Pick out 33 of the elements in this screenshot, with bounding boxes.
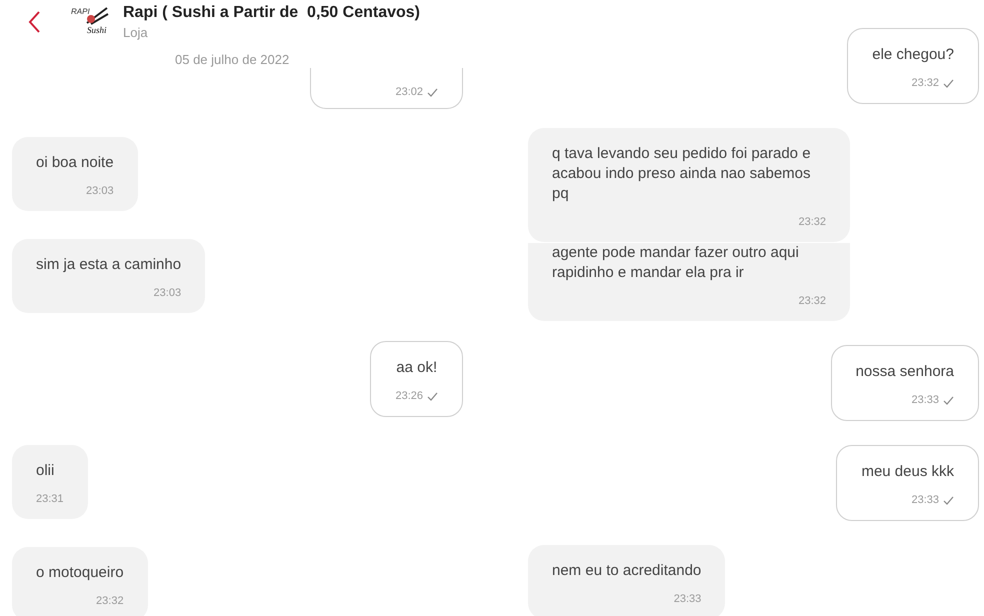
message-time: 23:32 (798, 295, 826, 307)
chat-title: Rapi ( Sushi a Partir de 0,50 Centavos) (123, 4, 420, 22)
check-icon (427, 88, 438, 96)
message-time: 23:26 (395, 390, 423, 402)
check-icon (943, 396, 954, 404)
back-icon[interactable] (27, 10, 41, 34)
message-text: olii (36, 461, 56, 481)
message-text: agente pode mandar fazer outro aqui rapidinho e mandar ela pra ir (552, 243, 800, 283)
message-text: oi boa noite (36, 153, 114, 173)
message-time: 23:32 (798, 216, 826, 228)
chat-subtitle: Loja (123, 25, 149, 40)
message-text: nossa senhora (856, 362, 954, 382)
check-icon (427, 392, 438, 400)
message-time: 23:32 (96, 595, 124, 607)
message-time: 23:33 (674, 593, 702, 605)
message-text: o motoqueiro (36, 563, 124, 583)
message-time: 23:31 (36, 493, 64, 505)
message-text: meu deus kkk (861, 462, 954, 482)
message-time: 23:02 (395, 86, 423, 98)
message-time: 23:33 (911, 394, 939, 406)
message-time: 23:03 (154, 287, 182, 299)
check-icon (943, 496, 954, 504)
message-text: ele chegou? (872, 45, 954, 65)
message-text: q tava levando seu pedido foi parado e acabou indo preso ainda nao sabemos pq (552, 144, 812, 204)
message-text: nem eu to acreditando (552, 561, 702, 581)
check-icon (943, 78, 954, 88)
message-text: sim ja esta a caminho (36, 255, 182, 275)
logo: RAPI Sushi (71, 6, 110, 37)
message-text: aa ok! (395, 358, 438, 378)
message-time: 23:32 (911, 77, 939, 89)
date-label: 05 de julho de 2022 (175, 52, 290, 68)
message-time: 23:03 (86, 185, 114, 197)
message-time: 23:33 (911, 494, 939, 506)
